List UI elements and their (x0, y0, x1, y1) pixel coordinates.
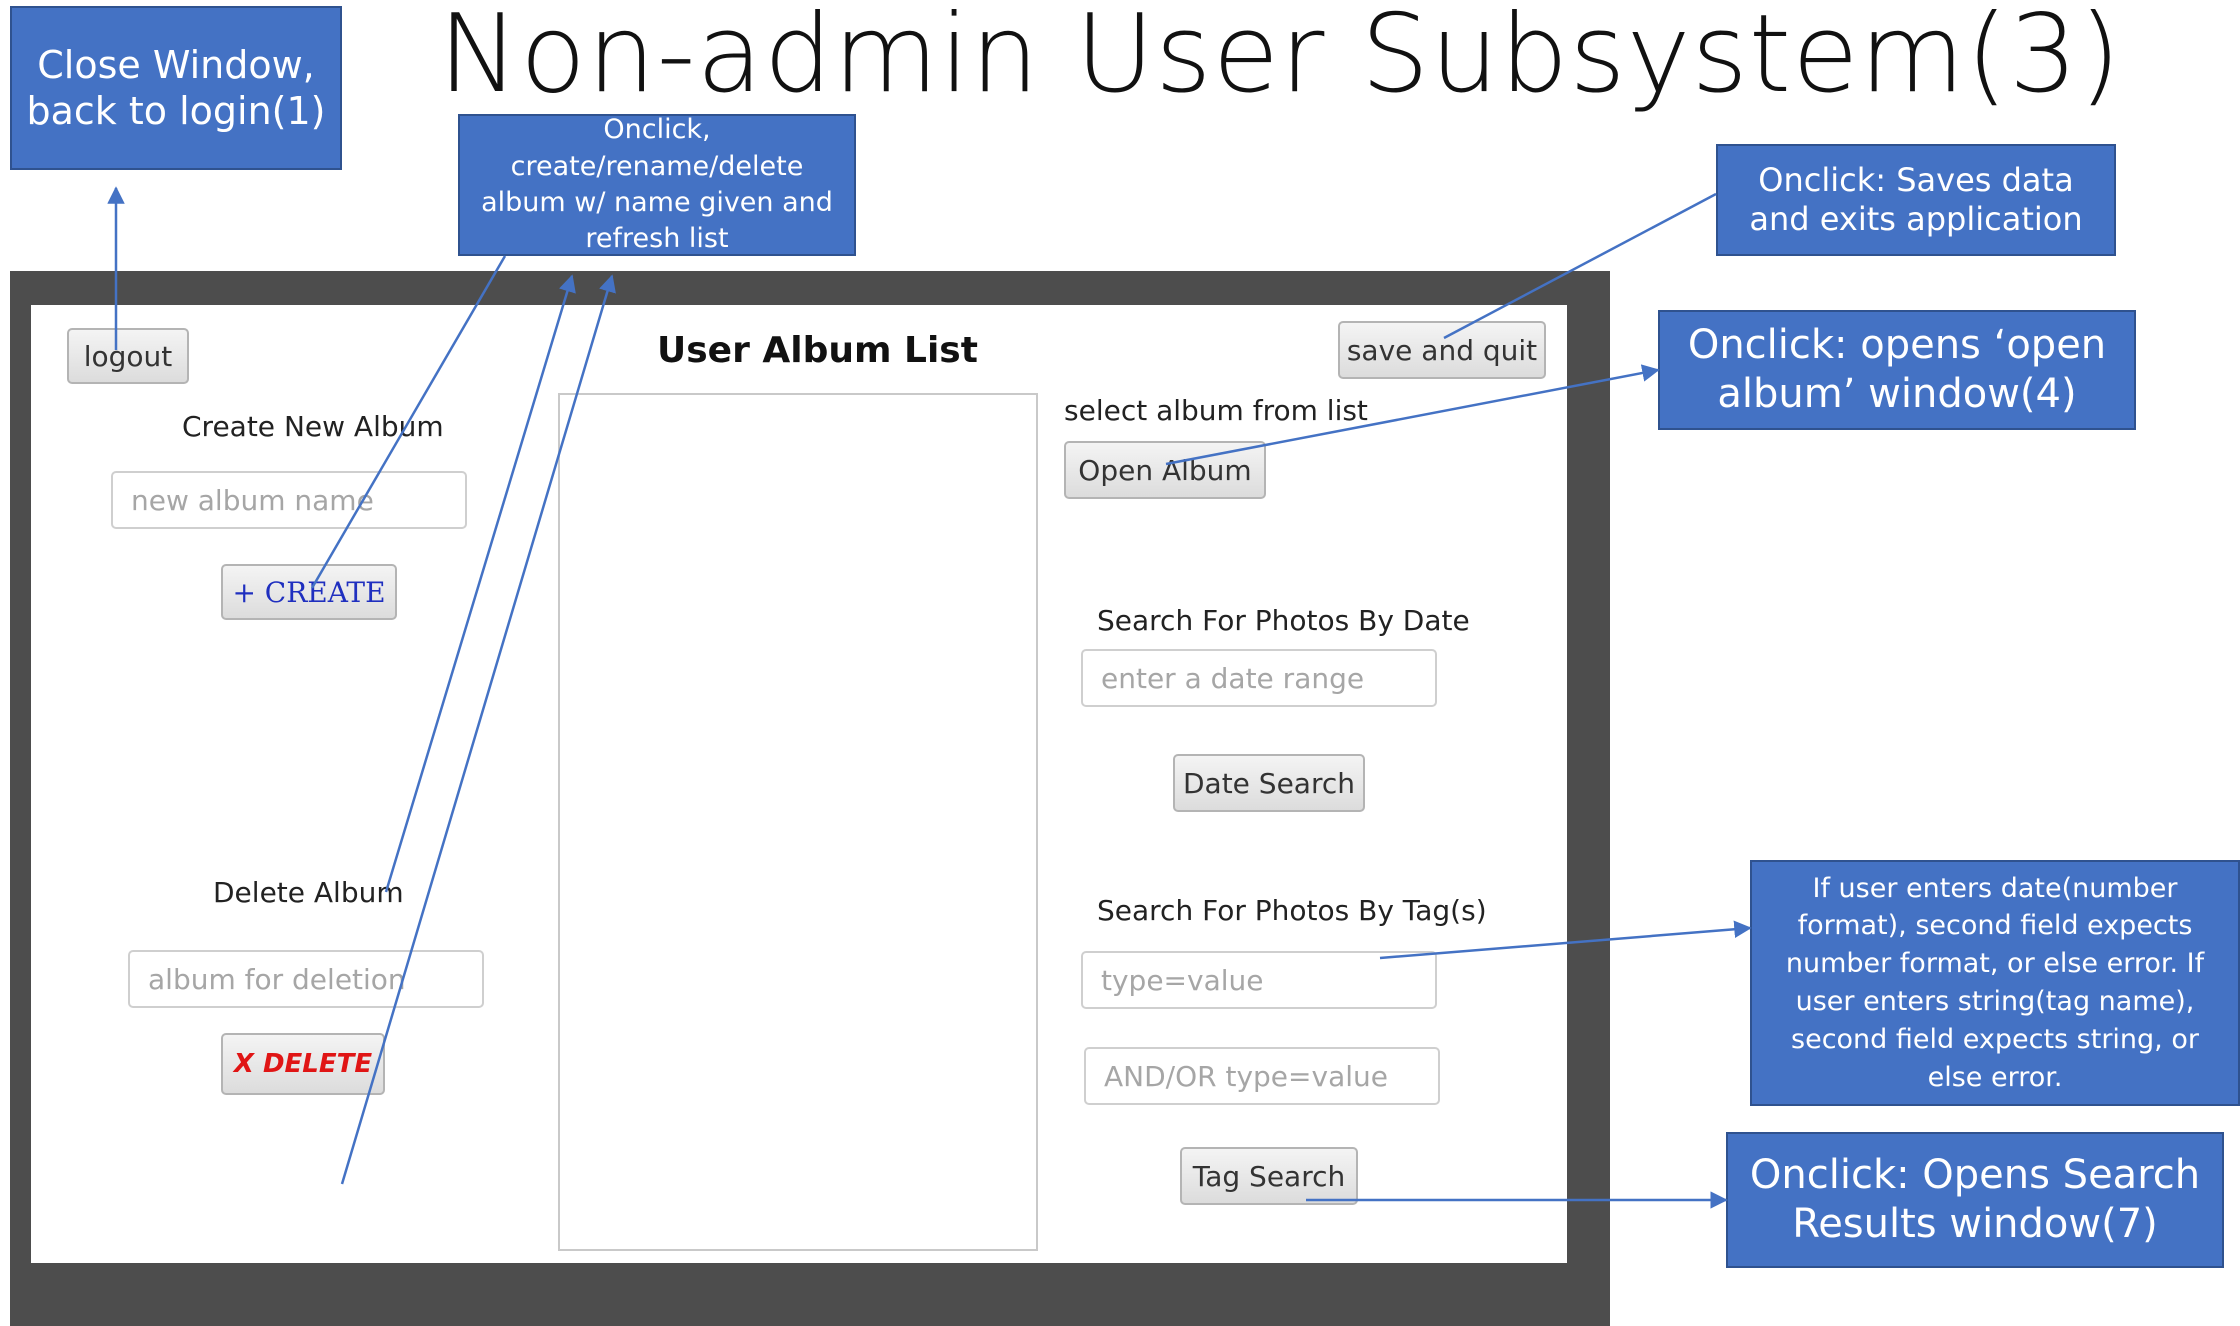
arrow-open-album-to-callout (1165, 364, 1660, 466)
arrow-bottom-to-callout (340, 274, 616, 1185)
line-save-to-callout (1443, 192, 1717, 340)
line-create-to-callout (310, 255, 507, 589)
arrow-tag-to-callout (1379, 920, 1752, 960)
connector-lines (107, 186, 1752, 1209)
arrow-delete-to-callout (384, 274, 576, 893)
